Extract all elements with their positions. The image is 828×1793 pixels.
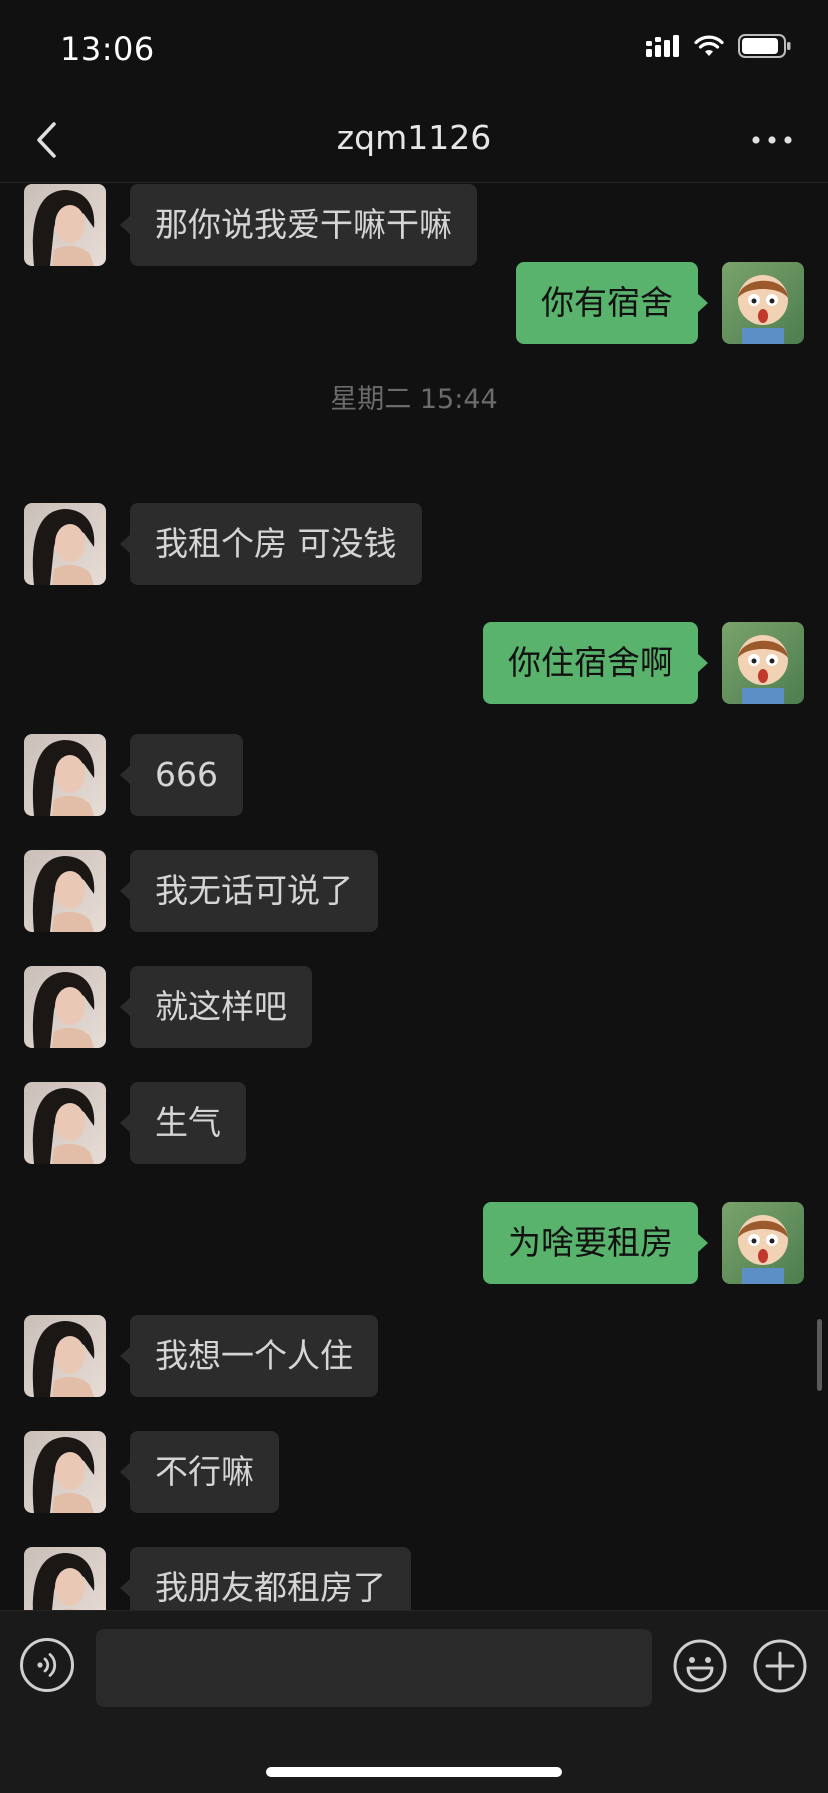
message-input[interactable] <box>96 1629 652 1707</box>
plus-button[interactable] <box>752 1638 808 1694</box>
more-button[interactable] <box>744 120 800 160</box>
contact-avatar[interactable] <box>24 184 106 266</box>
status-bar: 13:06 <box>0 0 828 100</box>
received-message[interactable]: 我无话可说了 <box>120 850 378 932</box>
plus-icon <box>753 1639 807 1693</box>
my-avatar[interactable] <box>722 1202 804 1284</box>
ellipsis-icon <box>752 136 792 144</box>
status-time: 13:06 <box>60 30 155 68</box>
signal-icon <box>646 35 679 57</box>
nav-bar: zqm1126 <box>0 100 828 183</box>
chat-area[interactable]: 那你说我爱干嘛干嘛 你有宿舍 星期二 15:44 我租个房 可没钱 你住宿舍啊 … <box>0 183 828 1610</box>
battery-icon <box>738 34 791 58</box>
contact-avatar[interactable] <box>24 734 106 816</box>
received-message[interactable]: 不行嘛 <box>120 1431 279 1513</box>
contact-avatar[interactable] <box>24 1315 106 1397</box>
my-avatar[interactable] <box>722 262 804 344</box>
contact-avatar[interactable] <box>24 503 106 585</box>
sent-message[interactable]: 你住宿舍啊 <box>483 622 708 704</box>
contact-avatar[interactable] <box>24 966 106 1048</box>
my-avatar[interactable] <box>722 622 804 704</box>
received-message[interactable]: 生气 <box>120 1082 246 1164</box>
home-indicator[interactable] <box>266 1767 562 1777</box>
wifi-icon <box>694 35 724 56</box>
sent-message[interactable]: 你有宿舍 <box>516 262 708 344</box>
emoji-icon <box>673 1639 727 1693</box>
status-icons <box>646 34 792 58</box>
sent-message[interactable]: 为啥要租房 <box>483 1202 708 1284</box>
time-divider: 星期二 15:44 <box>330 384 498 415</box>
contact-avatar[interactable] <box>24 1082 106 1164</box>
received-message[interactable]: 666 <box>120 734 243 816</box>
received-message[interactable]: 就这样吧 <box>120 966 312 1048</box>
voice-icon <box>37 1653 57 1677</box>
voice-button[interactable] <box>20 1638 74 1692</box>
received-message[interactable]: 我想一个人住 <box>120 1315 378 1397</box>
received-message[interactable]: 我朋友都租房了 <box>120 1547 411 1610</box>
input-bar <box>0 1610 828 1793</box>
contact-avatar[interactable] <box>24 1547 106 1610</box>
received-message[interactable]: 我租个房 可没钱 <box>120 503 422 585</box>
chat-title: zqm1126 <box>336 118 492 157</box>
contact-avatar[interactable] <box>24 1431 106 1513</box>
contact-avatar[interactable] <box>24 850 106 932</box>
scrollbar[interactable] <box>817 1319 822 1391</box>
emoji-button[interactable] <box>672 1638 728 1694</box>
received-message[interactable]: 那你说我爱干嘛干嘛 <box>120 184 477 266</box>
